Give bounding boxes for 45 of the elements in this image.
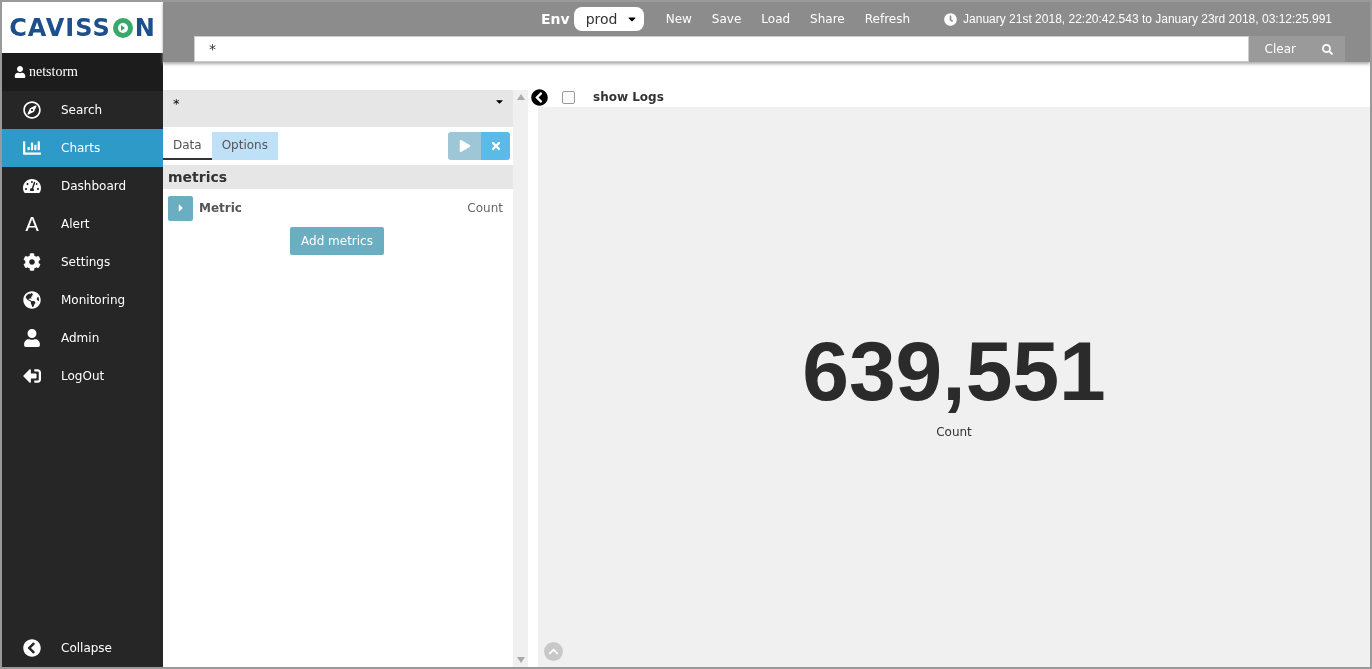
scrollbar[interactable]	[513, 90, 528, 667]
checkbox-label: show Logs	[593, 90, 664, 104]
user-name: netstorm	[29, 64, 78, 80]
metric-name: Metric	[199, 201, 242, 215]
metric-aggregation: Count	[467, 201, 503, 215]
sidebar-item[interactable]: A Alert	[2, 205, 163, 243]
menu-icon	[21, 177, 43, 195]
search-field[interactable]: *	[194, 36, 1249, 62]
menu-icon	[21, 367, 43, 385]
search-icon	[1322, 43, 1333, 55]
sidebar-item[interactable]: Search	[2, 91, 163, 129]
menu-icon	[21, 139, 43, 157]
back-icon	[21, 639, 43, 657]
env-label: Env	[541, 11, 570, 27]
menu-icon	[21, 253, 43, 271]
expand-button[interactable]	[168, 195, 193, 221]
sidebar-item[interactable]: Admin	[2, 319, 163, 357]
sidebar-item[interactable]: Monitoring	[2, 281, 163, 319]
metric-label: Count	[936, 425, 972, 439]
close-icon	[489, 140, 502, 152]
scroll-down-icon[interactable]	[516, 657, 525, 663]
close-button[interactable]	[481, 132, 510, 160]
collapse-button[interactable]: Collapse	[2, 629, 163, 667]
letter-icon: A	[21, 212, 43, 236]
query-field[interactable]: *	[163, 90, 513, 127]
clock-icon	[944, 12, 958, 26]
scroll-up-icon[interactable]	[516, 94, 525, 100]
menu-icon	[21, 291, 43, 309]
logo: CAVISS N	[9, 13, 156, 42]
play-icon	[458, 140, 471, 152]
checkbox[interactable]	[562, 90, 575, 104]
chevron-up-icon	[548, 646, 559, 657]
sidebar-item[interactable]: Settings	[2, 243, 163, 281]
section-header: metrics	[163, 165, 513, 189]
menu-icon	[21, 101, 43, 119]
back-icon[interactable]	[531, 88, 548, 106]
sidebar-item[interactable]: LogOut	[2, 357, 163, 395]
run-button[interactable]	[448, 132, 481, 160]
tab[interactable]: Options	[211, 132, 278, 160]
user-icon	[14, 66, 26, 78]
sidebar-item[interactable]: Dashboard	[2, 167, 163, 205]
scroll-up-button[interactable]	[544, 642, 563, 661]
menu-icon	[21, 329, 43, 347]
metric-value: 639,551	[802, 329, 1106, 413]
env-select[interactable]: prod	[573, 7, 644, 31]
